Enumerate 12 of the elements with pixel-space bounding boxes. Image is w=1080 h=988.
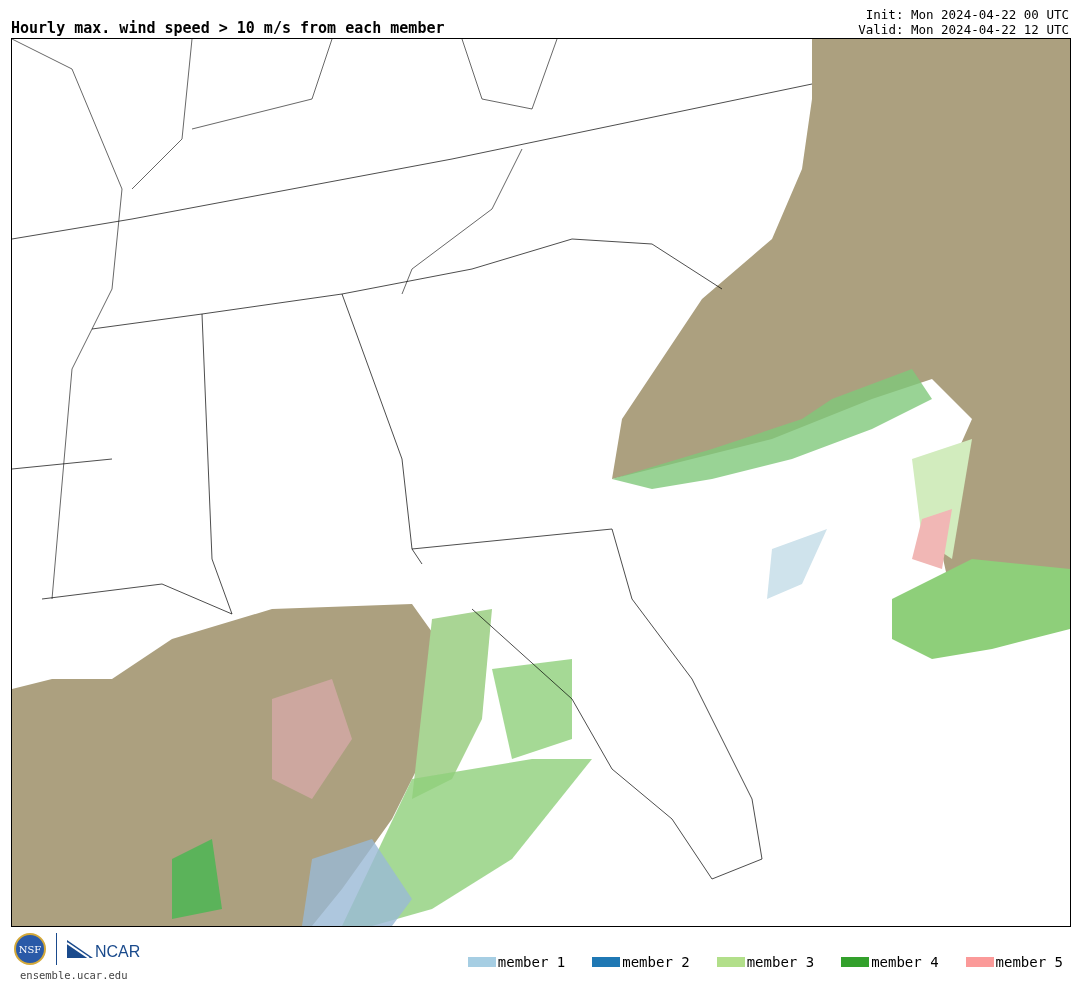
chart-title: Hourly max. wind speed > 10 m/s from each member — [11, 19, 445, 37]
nsf-logo: NSF — [14, 933, 46, 965]
ncar-logo: NCAR — [95, 943, 141, 961]
ncar-mark-icon — [67, 940, 93, 958]
site-url: ensemble.ucar.edu — [20, 969, 128, 981]
legend-label: member 2 — [622, 954, 690, 970]
legend-label: member 3 — [746, 954, 815, 970]
valid-time: Valid: Mon 2024-04-22 12 UTC — [858, 22, 1069, 37]
legend-label: member 5 — [995, 954, 1063, 970]
legend-label: member 1 — [497, 954, 566, 970]
legend-label: member 4 — [871, 954, 939, 970]
init-time: Init: Mon 2024-04-22 00 UTC — [864, 7, 1069, 22]
